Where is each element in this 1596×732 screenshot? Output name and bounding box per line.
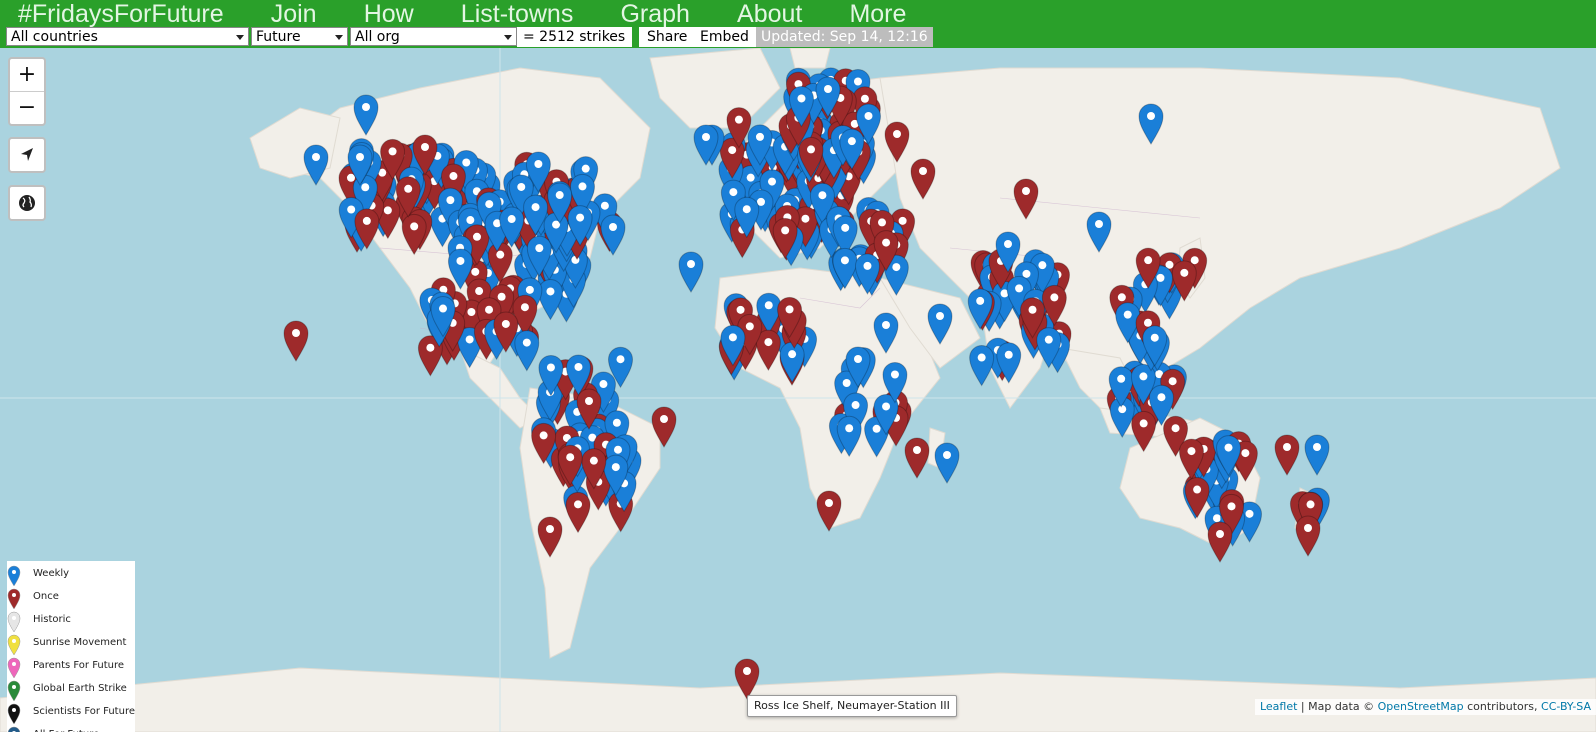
strike-count: = 2512 strikes <box>517 27 632 47</box>
chevron-down-icon <box>236 35 244 40</box>
navigation-arrow-icon <box>21 148 33 161</box>
license-link[interactable]: CC-BY-SA <box>1541 700 1591 713</box>
legend-label: Parents For Future <box>33 660 125 671</box>
legend-item: Global Earth Strike <box>7 680 135 702</box>
legend-item: Parents For Future <box>7 657 135 679</box>
embed-button[interactable]: Embed <box>692 27 757 47</box>
map-canvas[interactable] <box>0 48 1596 732</box>
legend-label: Weekly <box>33 568 70 579</box>
attribution-contrib: contributors, <box>1463 700 1542 713</box>
time-select[interactable]: Future <box>251 27 348 46</box>
share-button[interactable]: Share <box>639 27 696 47</box>
leaflet-link[interactable]: Leaflet <box>1260 700 1297 713</box>
globe-icon <box>19 195 35 211</box>
map-legend: Weekly Once Historic Sunrise Movement Parent… <box>7 561 135 732</box>
map-attribution: Leaflet | Map data © OpenStreetMap contr… <box>1254 699 1596 715</box>
map-pin-icon <box>7 680 21 702</box>
legend-label: Sunrise Movement <box>33 637 127 648</box>
location-tooltip: Ross Ice Shelf, Neumayer-Station III <box>747 695 957 717</box>
zoom-control: + − <box>8 57 46 126</box>
legend-item: All For Future <box>7 726 135 732</box>
top-bar: #FridaysForFuture Join How List-towns Gr… <box>0 0 1596 48</box>
legend-label: Once <box>33 591 59 602</box>
legend-item: Historic <box>7 611 135 633</box>
legend-label: Historic <box>33 614 71 625</box>
map-pin-icon <box>7 703 21 725</box>
legend-label: Scientists For Future <box>33 706 135 717</box>
map-pin-icon <box>7 611 21 633</box>
country-select-value: All countries <box>11 29 98 45</box>
map-pin-icon <box>7 657 21 679</box>
updated-timestamp: Updated: Sep 14, 12:16 <box>756 27 933 47</box>
zoom-in-button[interactable]: + <box>10 59 44 91</box>
time-select-value: Future <box>256 29 301 45</box>
org-select[interactable]: All org <box>350 27 517 46</box>
legend-item: Sunrise Movement <box>7 634 135 656</box>
locate-button[interactable] <box>10 139 44 171</box>
map-pin-icon <box>7 726 21 732</box>
chevron-down-icon <box>504 35 512 40</box>
org-select-value: All org <box>355 29 400 45</box>
legend-item: Weekly <box>7 565 135 587</box>
zoom-out-button[interactable]: − <box>10 91 44 124</box>
legend-item: Scientists For Future <box>7 703 135 725</box>
legend-item: Once <box>7 588 135 610</box>
map-pin-icon <box>7 588 21 610</box>
legend-label: Global Earth Strike <box>33 683 127 694</box>
map-pin-icon <box>7 565 21 587</box>
country-select[interactable]: All countries <box>6 27 249 46</box>
globe-button[interactable] <box>10 187 44 219</box>
chevron-down-icon <box>335 35 343 40</box>
map-pin-icon <box>7 634 21 656</box>
land-svalbard <box>789 48 831 69</box>
attribution-sep: | Map data © <box>1297 700 1378 713</box>
world-map[interactable]: + − Weekly Once Historic Sunrise Movement Pa… <box>0 48 1596 732</box>
locate-control <box>8 137 46 173</box>
osm-link[interactable]: OpenStreetMap <box>1378 700 1464 713</box>
globe-control <box>8 185 46 221</box>
